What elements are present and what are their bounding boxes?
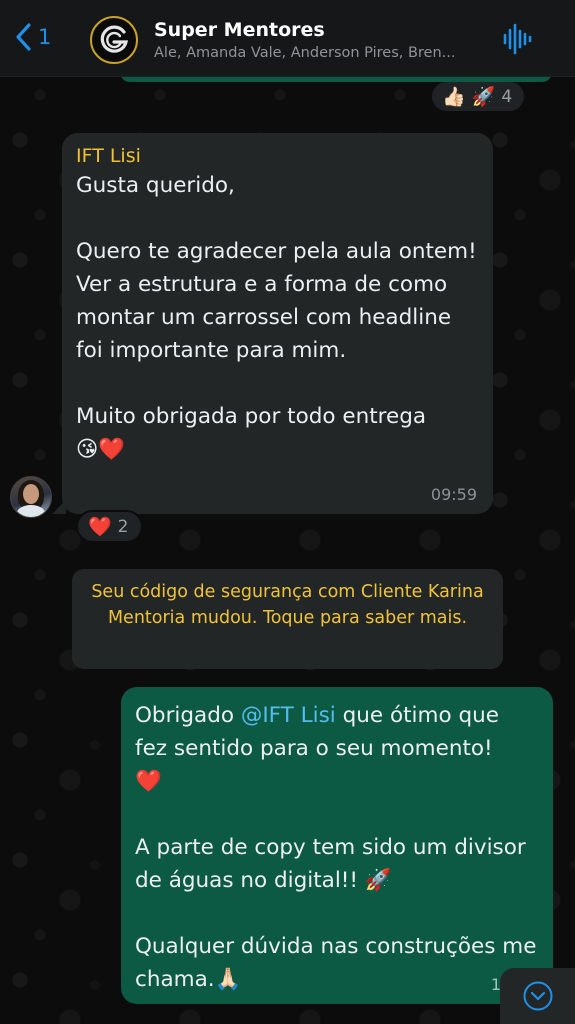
reaction-count: 2 xyxy=(117,516,129,537)
bubble-tail xyxy=(52,500,66,514)
message-body: que ótimo que fez sentido para o seu mom… xyxy=(135,703,537,992)
sender-name[interactable]: IFT Lisi xyxy=(76,143,477,169)
message-prefix: Obrigado xyxy=(135,703,241,728)
unread-count: 1 xyxy=(38,25,52,49)
chevron-left-icon xyxy=(14,22,32,52)
back-button[interactable]: 1 xyxy=(14,22,51,52)
scroll-to-bottom-button[interactable] xyxy=(500,968,575,1024)
chat-header: 1 Super Mentores Ale, Amanda Vale, Ander… xyxy=(0,0,575,77)
outgoing-message[interactable]: Obrigado @IFT Lisi que ótimo que fez sen… xyxy=(121,687,553,1004)
message-reaction-heart[interactable]: ❤️ 2 xyxy=(76,510,143,543)
message-text: Obrigado @IFT Lisi que ótimo que fez sen… xyxy=(135,699,537,996)
group-participants[interactable]: Ale, Amanda Vale, Anderson Pires, Bren..… xyxy=(154,45,484,61)
chevron-down-circle-icon xyxy=(522,980,554,1012)
waveform-icon[interactable] xyxy=(502,22,532,56)
reaction-count: 4 xyxy=(501,86,513,107)
security-code-notice[interactable]: Seu código de segurança com Cliente Kari… xyxy=(72,569,503,669)
reaction-emoji: ❤️ xyxy=(88,516,112,538)
group-title[interactable]: Super Mentores xyxy=(154,19,325,41)
message-time: 09:59 xyxy=(430,485,477,504)
group-avatar[interactable] xyxy=(90,16,138,64)
mention-link[interactable]: @IFT Lisi xyxy=(241,703,336,728)
incoming-message[interactable]: IFT Lisi Gusta querido, Quero te agradec… xyxy=(52,133,493,514)
g-logo-icon xyxy=(97,23,131,57)
message-text: Gusta querido, Quero te agradecer pela a… xyxy=(76,173,477,462)
sender-avatar[interactable] xyxy=(10,476,52,518)
reaction-emojis: 👍🏻 🚀 xyxy=(442,86,496,108)
message-reaction[interactable]: 👍🏻 🚀 4 xyxy=(430,80,527,113)
